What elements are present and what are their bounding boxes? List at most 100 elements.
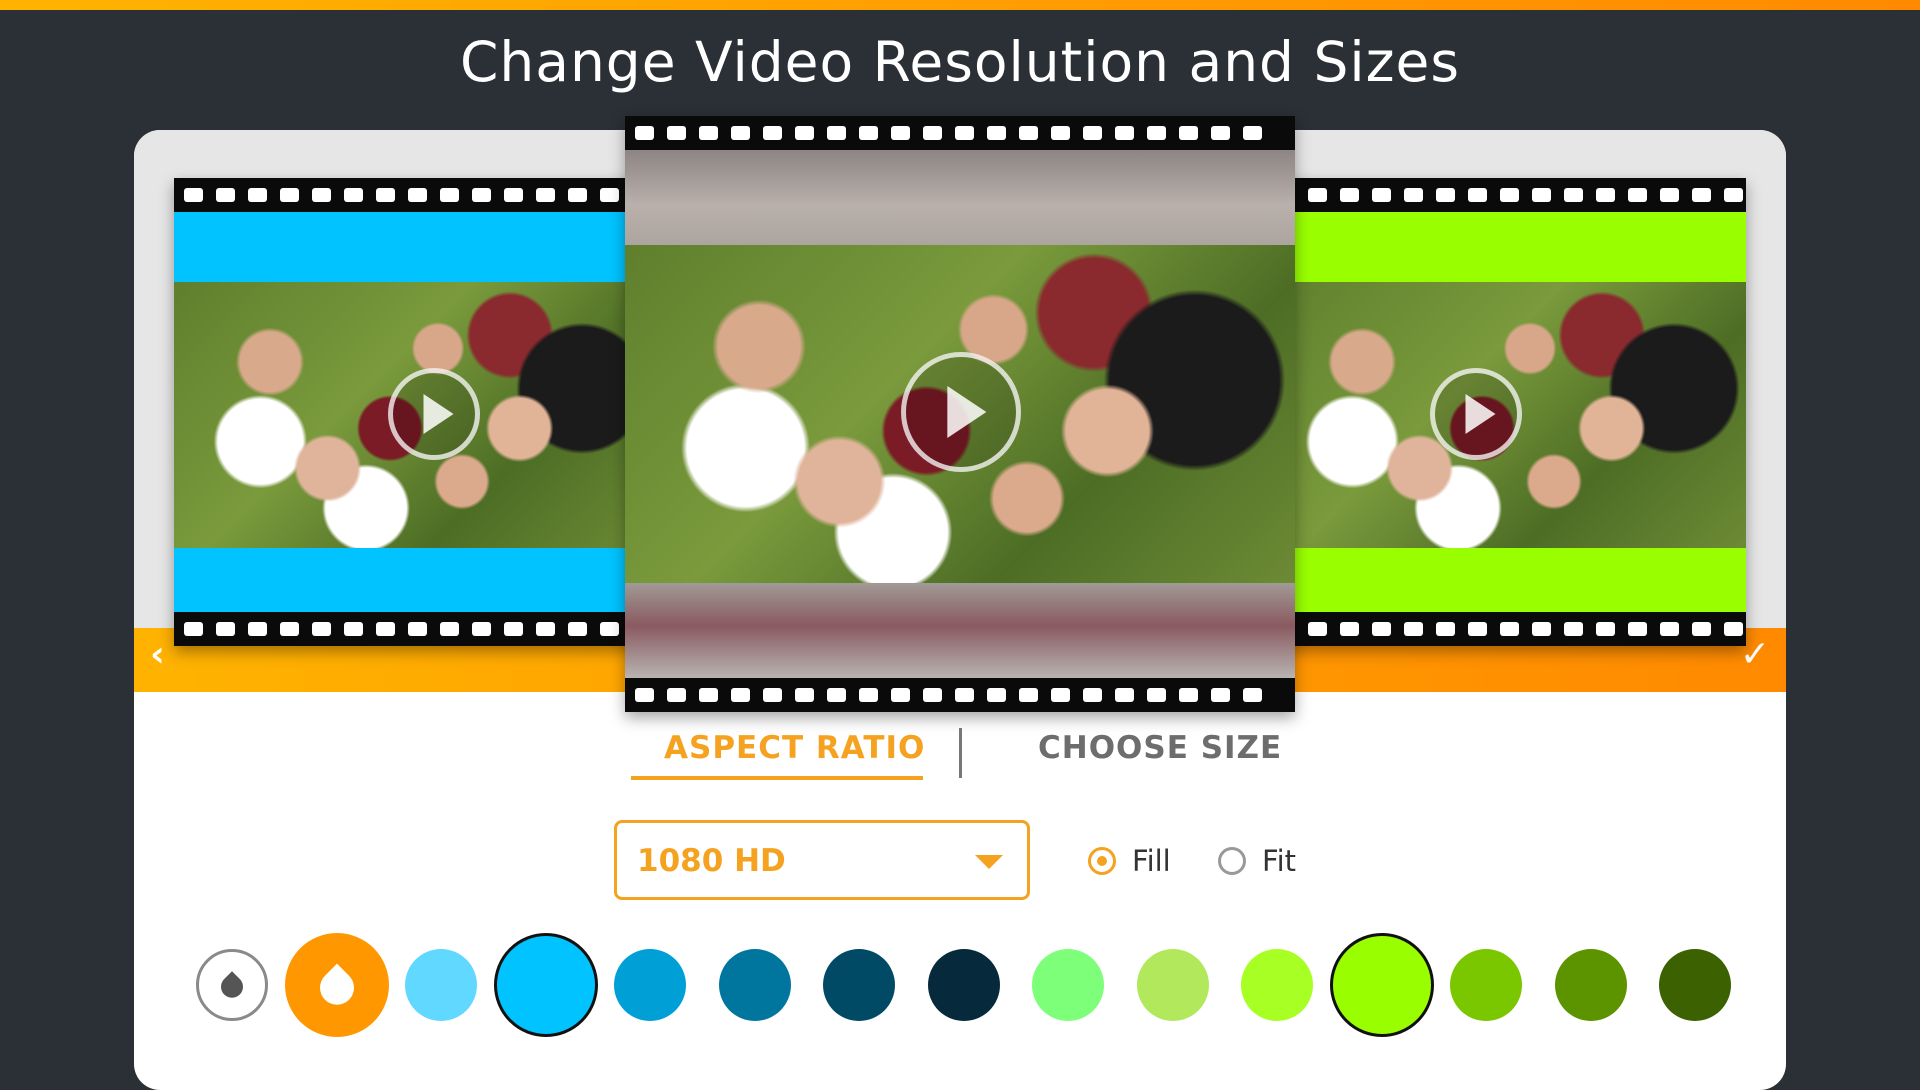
sprocket-hole [923, 126, 942, 140]
sprocket-hole [955, 688, 974, 702]
film-holes [625, 116, 1295, 150]
sprocket-hole [1500, 622, 1519, 636]
sprocket-hole [1147, 688, 1166, 702]
sprocket-hole [312, 188, 331, 202]
tab-aspect-ratio[interactable]: ASPECT RATIO [664, 730, 925, 766]
sprocket-hole [1211, 688, 1230, 702]
color-swatch[interactable] [1554, 949, 1627, 1021]
sprocket-hole [472, 622, 491, 636]
sprocket-hole [1243, 126, 1262, 140]
sprocket-hole [1692, 622, 1711, 636]
sprocket-hole [1468, 622, 1487, 636]
fill-label: Fill [1132, 844, 1171, 878]
film-holes [1266, 612, 1746, 646]
fit-radio[interactable]: Fit [1218, 843, 1296, 879]
sprocket-hole [1564, 188, 1583, 202]
color-swatch[interactable] [1659, 949, 1731, 1021]
preview-frame-right[interactable] [1266, 178, 1746, 646]
sprocket-hole [1596, 188, 1615, 202]
fill-radio[interactable]: Fill [1088, 843, 1171, 879]
play-icon[interactable] [901, 352, 1021, 472]
sprocket-hole [248, 188, 267, 202]
sprocket-hole [216, 622, 235, 636]
sprocket-hole [440, 188, 459, 202]
sprocket-hole [1372, 188, 1391, 202]
sprocket-hole [536, 188, 555, 202]
sprocket-hole [1660, 622, 1679, 636]
color-swatch[interactable] [927, 949, 1000, 1021]
drop-icon [216, 971, 248, 1003]
chevron-down-icon [975, 855, 1003, 869]
sprocket-hole [344, 622, 363, 636]
sprocket-hole [440, 622, 459, 636]
sprocket-hole [568, 188, 587, 202]
sprocket-hole [1628, 188, 1647, 202]
resolution-dropdown[interactable]: 1080 HD [614, 820, 1030, 900]
sprocket-hole [504, 622, 523, 636]
blur-background-top [625, 150, 1295, 260]
sprocket-hole [955, 126, 974, 140]
sprocket-hole [216, 188, 235, 202]
color-swatch[interactable] [405, 949, 477, 1021]
radio-selected-icon [1088, 847, 1116, 875]
sprocket-hole [1404, 188, 1423, 202]
sprocket-hole [408, 188, 427, 202]
sprocket-hole [859, 126, 878, 140]
sprocket-hole [1436, 188, 1455, 202]
sprocket-hole [763, 126, 782, 140]
sprocket-hole [1083, 688, 1102, 702]
color-swatch[interactable] [1241, 949, 1313, 1021]
drop-icon [312, 963, 361, 1012]
film-holes [1266, 178, 1746, 212]
sprocket-hole [1500, 188, 1519, 202]
page-title: Change Video Resolution and Sizes [459, 30, 1460, 94]
sprocket-hole [731, 126, 750, 140]
sprocket-hole [600, 188, 619, 202]
sprocket-hole [1019, 688, 1038, 702]
sprocket-hole [1596, 622, 1615, 636]
sprocket-hole [795, 126, 814, 140]
film-holes [174, 178, 654, 212]
color-swatch[interactable] [823, 949, 895, 1021]
sprocket-hole [891, 688, 910, 702]
sprocket-hole [600, 622, 619, 636]
sprocket-hole [1724, 622, 1743, 636]
blur-background-bottom [625, 583, 1295, 678]
play-icon[interactable] [1430, 368, 1522, 460]
sprocket-hole [1628, 622, 1647, 636]
color-swatch[interactable] [718, 949, 791, 1021]
sprocket-hole [1115, 688, 1134, 702]
tab-choose-size[interactable]: CHOOSE SIZE [1038, 730, 1282, 766]
sprocket-hole [1051, 688, 1070, 702]
sprocket-hole [667, 688, 686, 702]
preview-frame-left[interactable] [174, 178, 654, 646]
color-picker-button[interactable] [284, 933, 389, 1037]
film-holes [625, 678, 1295, 712]
sprocket-hole [1468, 188, 1487, 202]
sprocket-hole [1243, 688, 1262, 702]
preview-frame-center[interactable] [625, 116, 1295, 712]
sprocket-hole [987, 688, 1006, 702]
sprocket-hole [1083, 126, 1102, 140]
active-tab-indicator [631, 776, 923, 780]
sprocket-hole [1179, 688, 1198, 702]
color-swatch[interactable] [493, 933, 598, 1037]
sprocket-hole [248, 622, 267, 636]
chevron-left-icon[interactable]: ‹ [150, 634, 165, 675]
color-swatch[interactable] [1329, 933, 1434, 1037]
sprocket-hole [1532, 188, 1551, 202]
sprocket-hole [1308, 622, 1327, 636]
blur-background-button[interactable] [196, 949, 268, 1021]
sprocket-hole [1340, 622, 1359, 636]
sprocket-hole [1692, 188, 1711, 202]
sprocket-hole [1404, 622, 1423, 636]
sprocket-hole [536, 622, 555, 636]
sprocket-hole [731, 688, 750, 702]
color-swatch[interactable] [1450, 949, 1522, 1021]
color-swatch[interactable] [1032, 949, 1104, 1021]
color-swatch[interactable] [614, 949, 686, 1021]
play-icon[interactable] [388, 368, 480, 460]
sprocket-hole [184, 622, 203, 636]
sprocket-hole [504, 188, 523, 202]
color-swatch[interactable] [1136, 949, 1209, 1021]
